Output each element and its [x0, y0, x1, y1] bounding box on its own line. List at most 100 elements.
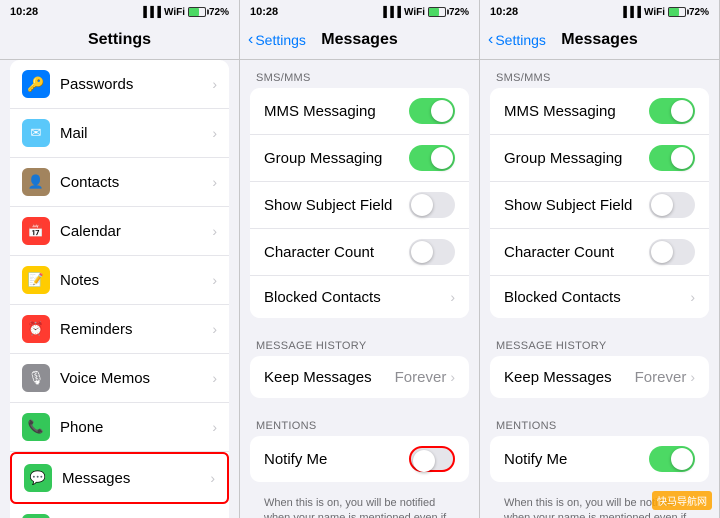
status-bar-middle: 10:28 ▐▐▐ WiFi 72% — [240, 0, 479, 22]
messages-content-right: SMS/MMS MMS Messaging Group Messaging Sh… — [480, 60, 719, 518]
nav-back-right[interactable]: ‹ Settings — [488, 32, 546, 48]
sidebar-item-voicememos[interactable]: 🎙 Voice Memos › — [10, 354, 229, 403]
subject-label-r: Show Subject Field — [504, 197, 649, 214]
messages-content-middle: SMS/MMS MMS Messaging Group Messaging Sh… — [240, 60, 479, 518]
mail-label: Mail — [60, 125, 212, 142]
nav-back-middle[interactable]: ‹ Settings — [248, 32, 306, 48]
settings-panel: 10:28 ▐▐▐ WiFi 72% Settings 🔑 Passwords … — [0, 0, 240, 518]
sidebar-item-contacts[interactable]: 👤 Contacts › — [10, 158, 229, 207]
smsmms-section-right: SMS/MMS — [480, 60, 719, 88]
time-right: 10:28 — [490, 6, 518, 18]
blocked-contacts-row-r[interactable]: Blocked Contacts › — [490, 276, 709, 318]
blocked-chevron-m: › — [450, 289, 455, 305]
mms-toggle-m[interactable] — [409, 98, 455, 124]
character-count-row-m[interactable]: Character Count — [250, 229, 469, 276]
group-messaging-row-r[interactable]: Group Messaging — [490, 135, 709, 182]
subject-toggle-r[interactable] — [649, 192, 695, 218]
group-label-m: Group Messaging — [264, 150, 409, 167]
passwords-icon: 🔑 — [22, 70, 50, 98]
contacts-icon: 👤 — [22, 168, 50, 196]
notify-desc-right: When this is on, you will be notified wh… — [490, 492, 709, 518]
reminders-icon: ⏰ — [22, 315, 50, 343]
sidebar-item-notes[interactable]: 📝 Notes › — [10, 256, 229, 305]
back-label-m: Settings — [255, 32, 306, 48]
history-section-right: MESSAGE HISTORY — [480, 328, 719, 356]
group-label-r: Group Messaging — [504, 150, 649, 167]
notify-desc-middle: When this is on, you will be notified wh… — [250, 492, 469, 518]
character-count-row-r[interactable]: Character Count — [490, 229, 709, 276]
notify-me-row-m[interactable]: Notify Me — [250, 436, 469, 482]
calendar-icon: 📅 — [22, 217, 50, 245]
charcount-toggle-m[interactable] — [409, 239, 455, 265]
facetime-icon: 📹 — [22, 514, 50, 518]
nav-bar-left: Settings — [0, 22, 239, 60]
mentions-section-right: MENTIONS — [480, 408, 719, 436]
notes-label: Notes — [60, 272, 212, 289]
sidebar-item-messages[interactable]: 💬 Messages › — [10, 452, 229, 504]
sidebar-item-calendar[interactable]: 📅 Calendar › — [10, 207, 229, 256]
mms-messaging-row-m[interactable]: MMS Messaging — [250, 88, 469, 135]
group-toggle-m[interactable] — [409, 145, 455, 171]
subject-label-m: Show Subject Field — [264, 197, 409, 214]
settings-list: 🔑 Passwords › ✉ Mail › 👤 Contacts › 📅 Ca — [0, 60, 239, 518]
signal-icon-m: ▐▐▐ — [380, 7, 401, 18]
sidebar-item-mail[interactable]: ✉ Mail › — [10, 109, 229, 158]
mentions-group-middle: Notify Me — [250, 436, 469, 482]
chevron-reminders: › — [212, 321, 217, 337]
calendar-label: Calendar — [60, 223, 212, 240]
status-bar-right: 10:28 ▐▐▐ WiFi 72% — [480, 0, 719, 22]
group-toggle-r[interactable] — [649, 145, 695, 171]
messages-label: Messages — [62, 470, 210, 487]
smsmms-section-middle: SMS/MMS — [240, 60, 479, 88]
keep-value-m: Forever — [395, 369, 447, 386]
battery-pct-m: 72% — [449, 7, 469, 18]
wifi-icon: WiFi — [164, 7, 185, 18]
nav-title-left: Settings — [88, 31, 151, 49]
status-icons-right: ▐▐▐ WiFi 72% — [620, 7, 709, 18]
status-icons-middle: ▐▐▐ WiFi 72% — [380, 7, 469, 18]
mms-label-r: MMS Messaging — [504, 103, 649, 120]
keep-messages-row-m[interactable]: Keep Messages Forever › — [250, 356, 469, 398]
reminders-label: Reminders — [60, 321, 212, 338]
smsmms-group-right: MMS Messaging Group Messaging Show Subje… — [490, 88, 709, 318]
show-subject-row-r[interactable]: Show Subject Field — [490, 182, 709, 229]
notify-toggle-r[interactable] — [649, 446, 695, 472]
chevron-notes: › — [212, 272, 217, 288]
sidebar-item-reminders[interactable]: ⏰ Reminders › — [10, 305, 229, 354]
back-label-r: Settings — [495, 32, 546, 48]
voicememos-icon: 🎙 — [22, 364, 50, 392]
keep-messages-row-r[interactable]: Keep Messages Forever › — [490, 356, 709, 398]
subject-toggle-m[interactable] — [409, 192, 455, 218]
show-subject-row-m[interactable]: Show Subject Field — [250, 182, 469, 229]
blocked-label-m: Blocked Contacts — [264, 289, 450, 306]
nav-title-right: Messages — [561, 31, 638, 49]
battery-icon-m — [428, 7, 446, 17]
history-group-middle: Keep Messages Forever › — [250, 356, 469, 398]
mms-toggle-r[interactable] — [649, 98, 695, 124]
signal-icon: ▐▐▐ — [140, 7, 161, 18]
time-left: 10:28 — [10, 6, 38, 18]
keep-label-r: Keep Messages — [504, 369, 635, 386]
mms-label-m: MMS Messaging — [264, 103, 409, 120]
group-messaging-row-m[interactable]: Group Messaging — [250, 135, 469, 182]
sidebar-item-passwords[interactable]: 🔑 Passwords › — [10, 60, 229, 109]
mms-messaging-row-r[interactable]: MMS Messaging — [490, 88, 709, 135]
keep-value-r: Forever — [635, 369, 687, 386]
battery-icon — [188, 7, 206, 17]
charcount-toggle-r[interactable] — [649, 239, 695, 265]
blocked-contacts-row-m[interactable]: Blocked Contacts › — [250, 276, 469, 318]
history-section-middle: MESSAGE HISTORY — [240, 328, 479, 356]
back-chevron-m: ‹ — [248, 32, 253, 48]
charcount-label-r: Character Count — [504, 244, 649, 261]
notify-label-r: Notify Me — [504, 451, 649, 468]
notify-toggle-m[interactable] — [409, 446, 455, 472]
sidebar-item-phone[interactable]: 📞 Phone › — [10, 403, 229, 452]
status-bar-left: 10:28 ▐▐▐ WiFi 72% — [0, 0, 239, 22]
sidebar-item-facetime[interactable]: 📹 FaceTime › — [10, 504, 229, 518]
passwords-label: Passwords — [60, 76, 212, 93]
chevron-voicememos: › — [212, 370, 217, 386]
notify-me-row-r[interactable]: Notify Me — [490, 436, 709, 482]
contacts-label: Contacts — [60, 174, 212, 191]
blocked-chevron-r: › — [690, 289, 695, 305]
battery-icon-r — [668, 7, 686, 17]
